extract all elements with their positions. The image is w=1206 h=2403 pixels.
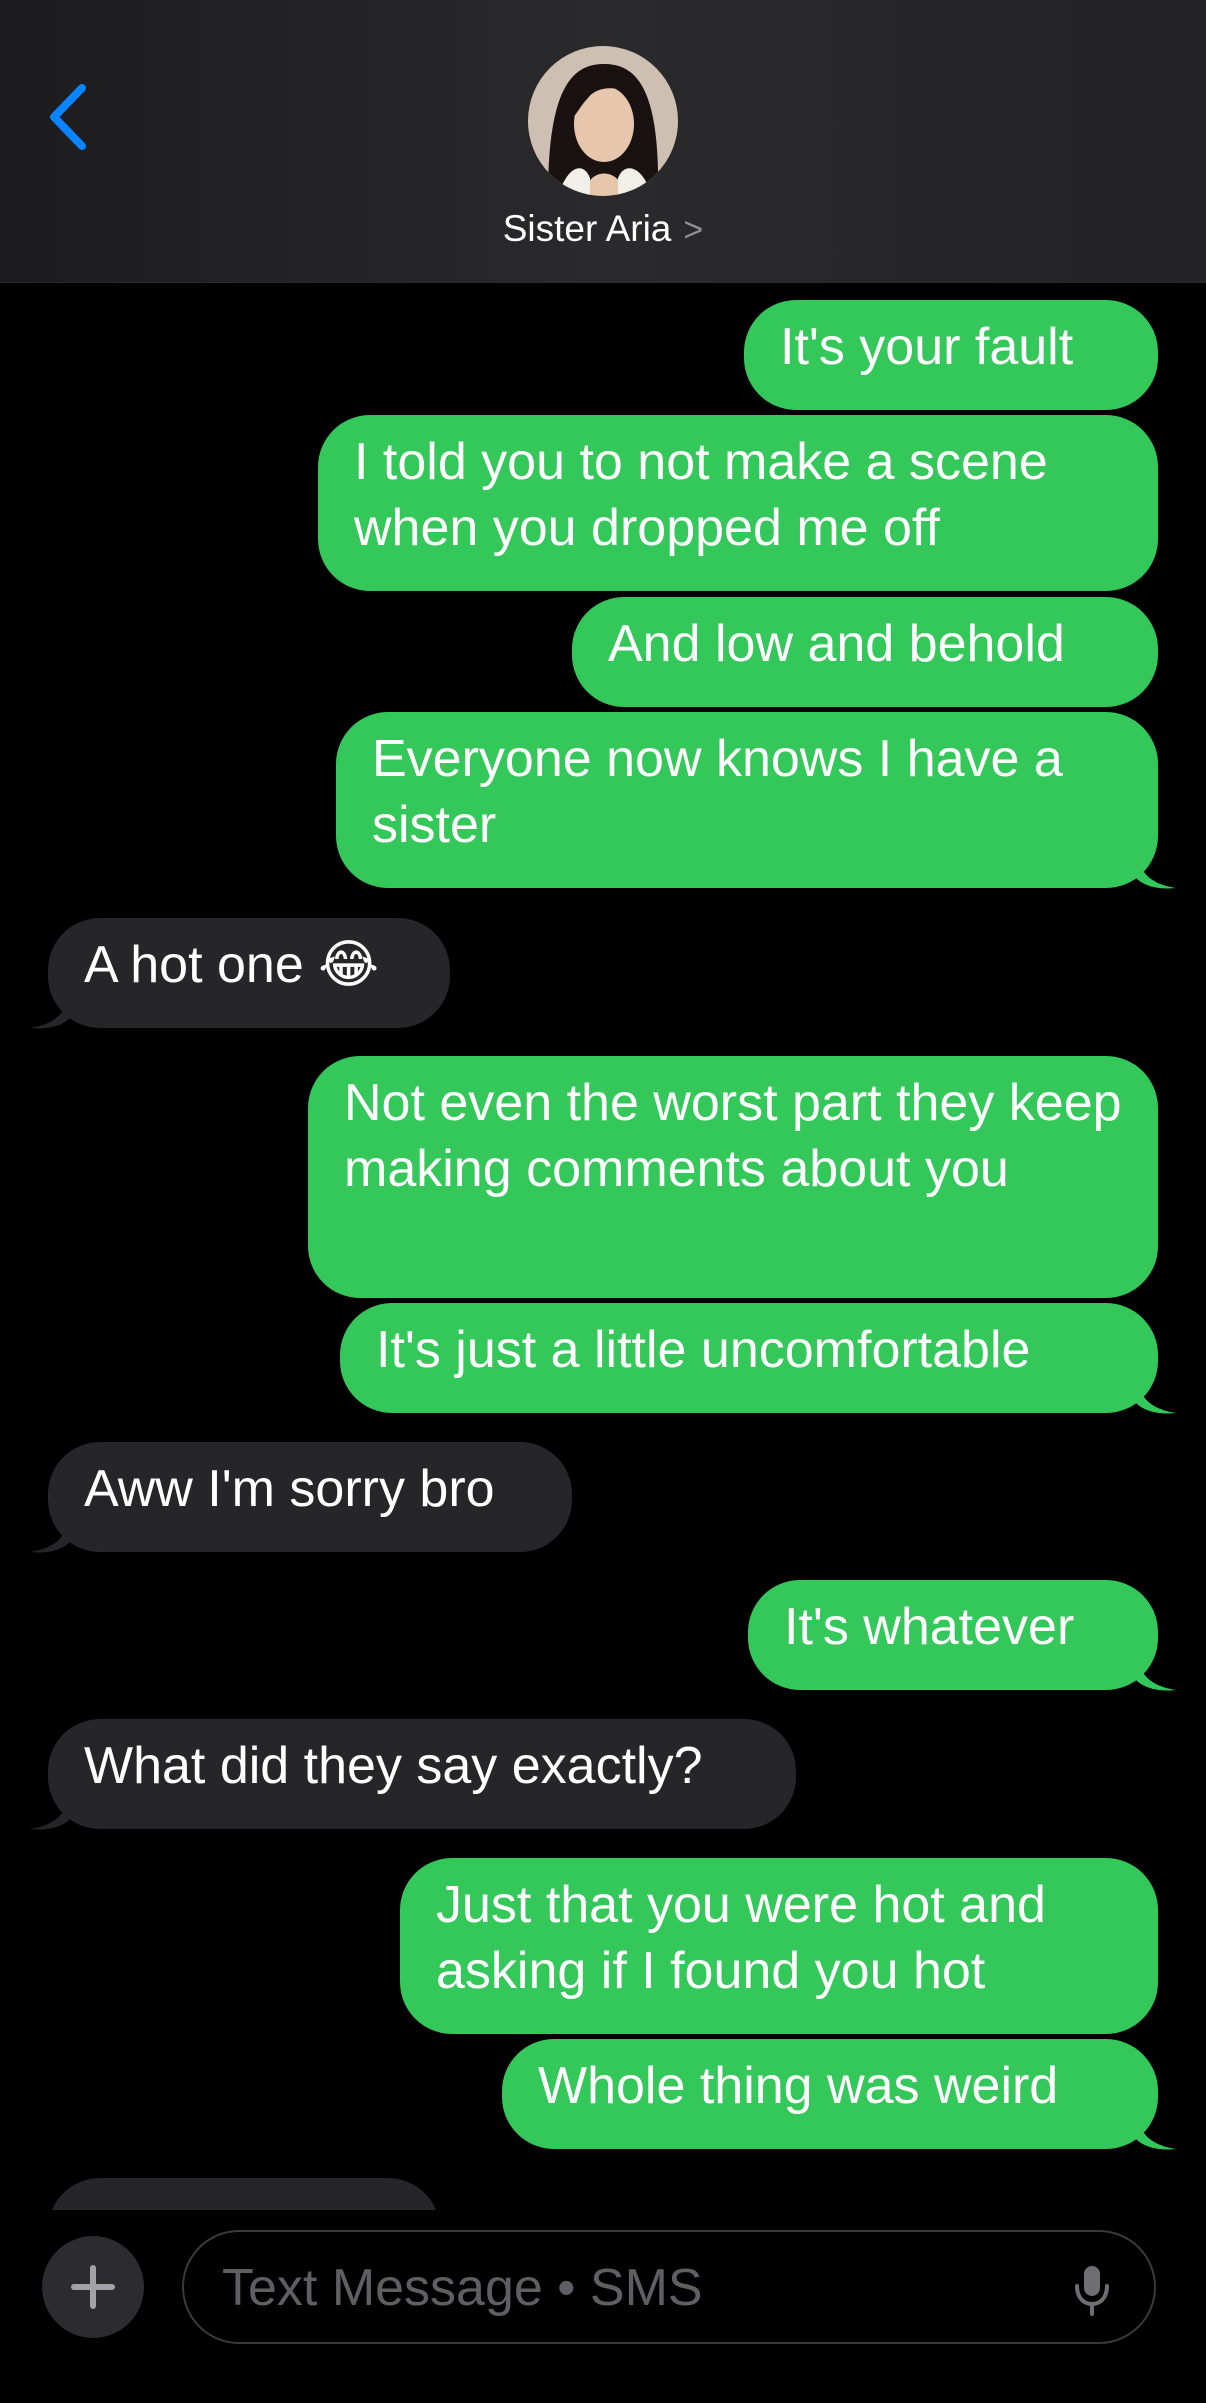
microphone-icon[interactable] [1072, 2264, 1112, 2316]
message-text: I told you to not make a scene when you … [354, 433, 1048, 557]
contact-name-button[interactable]: Sister Aria > [0, 208, 1206, 250]
chevron-right-icon: > [683, 211, 704, 249]
message-bubble-sent[interactable]: Not even the worst part they keep making… [308, 1056, 1158, 1298]
contact-name: Sister Aria [502, 208, 672, 249]
message-bubble-sent[interactable]: It's whatever [748, 1580, 1176, 1691]
message-input[interactable] [220, 2232, 1044, 2344]
message-input-field[interactable] [182, 2230, 1156, 2344]
message-text: And low and behold [608, 615, 1065, 673]
message-bubble-sent[interactable]: It's your fault [744, 300, 1158, 410]
bubble-tail [30, 988, 70, 1029]
plus-icon [71, 2265, 115, 2309]
message-bubble-received[interactable] [48, 2178, 440, 2210]
message-bubble-sent[interactable]: I told you to not make a scene when you … [318, 415, 1158, 591]
message-text: Not even the worst part they keep making… [344, 1074, 1122, 1198]
chevron-left-icon[interactable] [44, 82, 94, 152]
message-thread[interactable]: It's your fault I told you to not make a… [0, 282, 1206, 2210]
message-bubble-received[interactable]: A hot one 😂 [30, 918, 450, 1029]
message-text: A hot one 😂 [84, 936, 379, 994]
bubble-tail [1136, 848, 1176, 889]
message-text: Whole thing was weird [538, 2057, 1059, 2115]
conversation-header: Sister Aria > [0, 0, 1206, 283]
message-bubble-sent[interactable]: It's just a little uncomfortable [340, 1303, 1176, 1414]
message-bubble-sent[interactable]: Just that you were hot and asking if I f… [400, 1858, 1158, 2034]
add-attachment-button[interactable] [42, 2236, 144, 2338]
message-text: It's just a little uncomfortable [376, 1321, 1031, 1379]
message-bubble-sent[interactable]: Everyone now knows I have a sister [336, 712, 1176, 889]
message-text: Just that you were hot and asking if I f… [436, 1876, 1046, 2000]
message-bubble-sent[interactable]: And low and behold [572, 597, 1158, 707]
bubble-tail [1136, 1373, 1176, 1414]
message-text: What did they say exactly? [84, 1737, 703, 1795]
message-bubble-received[interactable]: Aww I'm sorry bro [30, 1442, 572, 1553]
message-bubble-received[interactable]: What did they say exactly? [30, 1719, 796, 1830]
message-bubble-sent[interactable]: Whole thing was weird [502, 2039, 1176, 2150]
bubble-tail [30, 1789, 70, 1830]
bubble-tail [1136, 1650, 1176, 1691]
message-text: It's whatever [784, 1598, 1075, 1656]
avatar[interactable] [528, 46, 678, 196]
bubble-tail [30, 1512, 70, 1553]
bubble-tail [1136, 2109, 1176, 2150]
message-text: It's your fault [780, 318, 1074, 376]
message-text: Aww I'm sorry bro [84, 1460, 495, 1518]
message-text: Everyone now knows I have a sister [372, 730, 1063, 854]
